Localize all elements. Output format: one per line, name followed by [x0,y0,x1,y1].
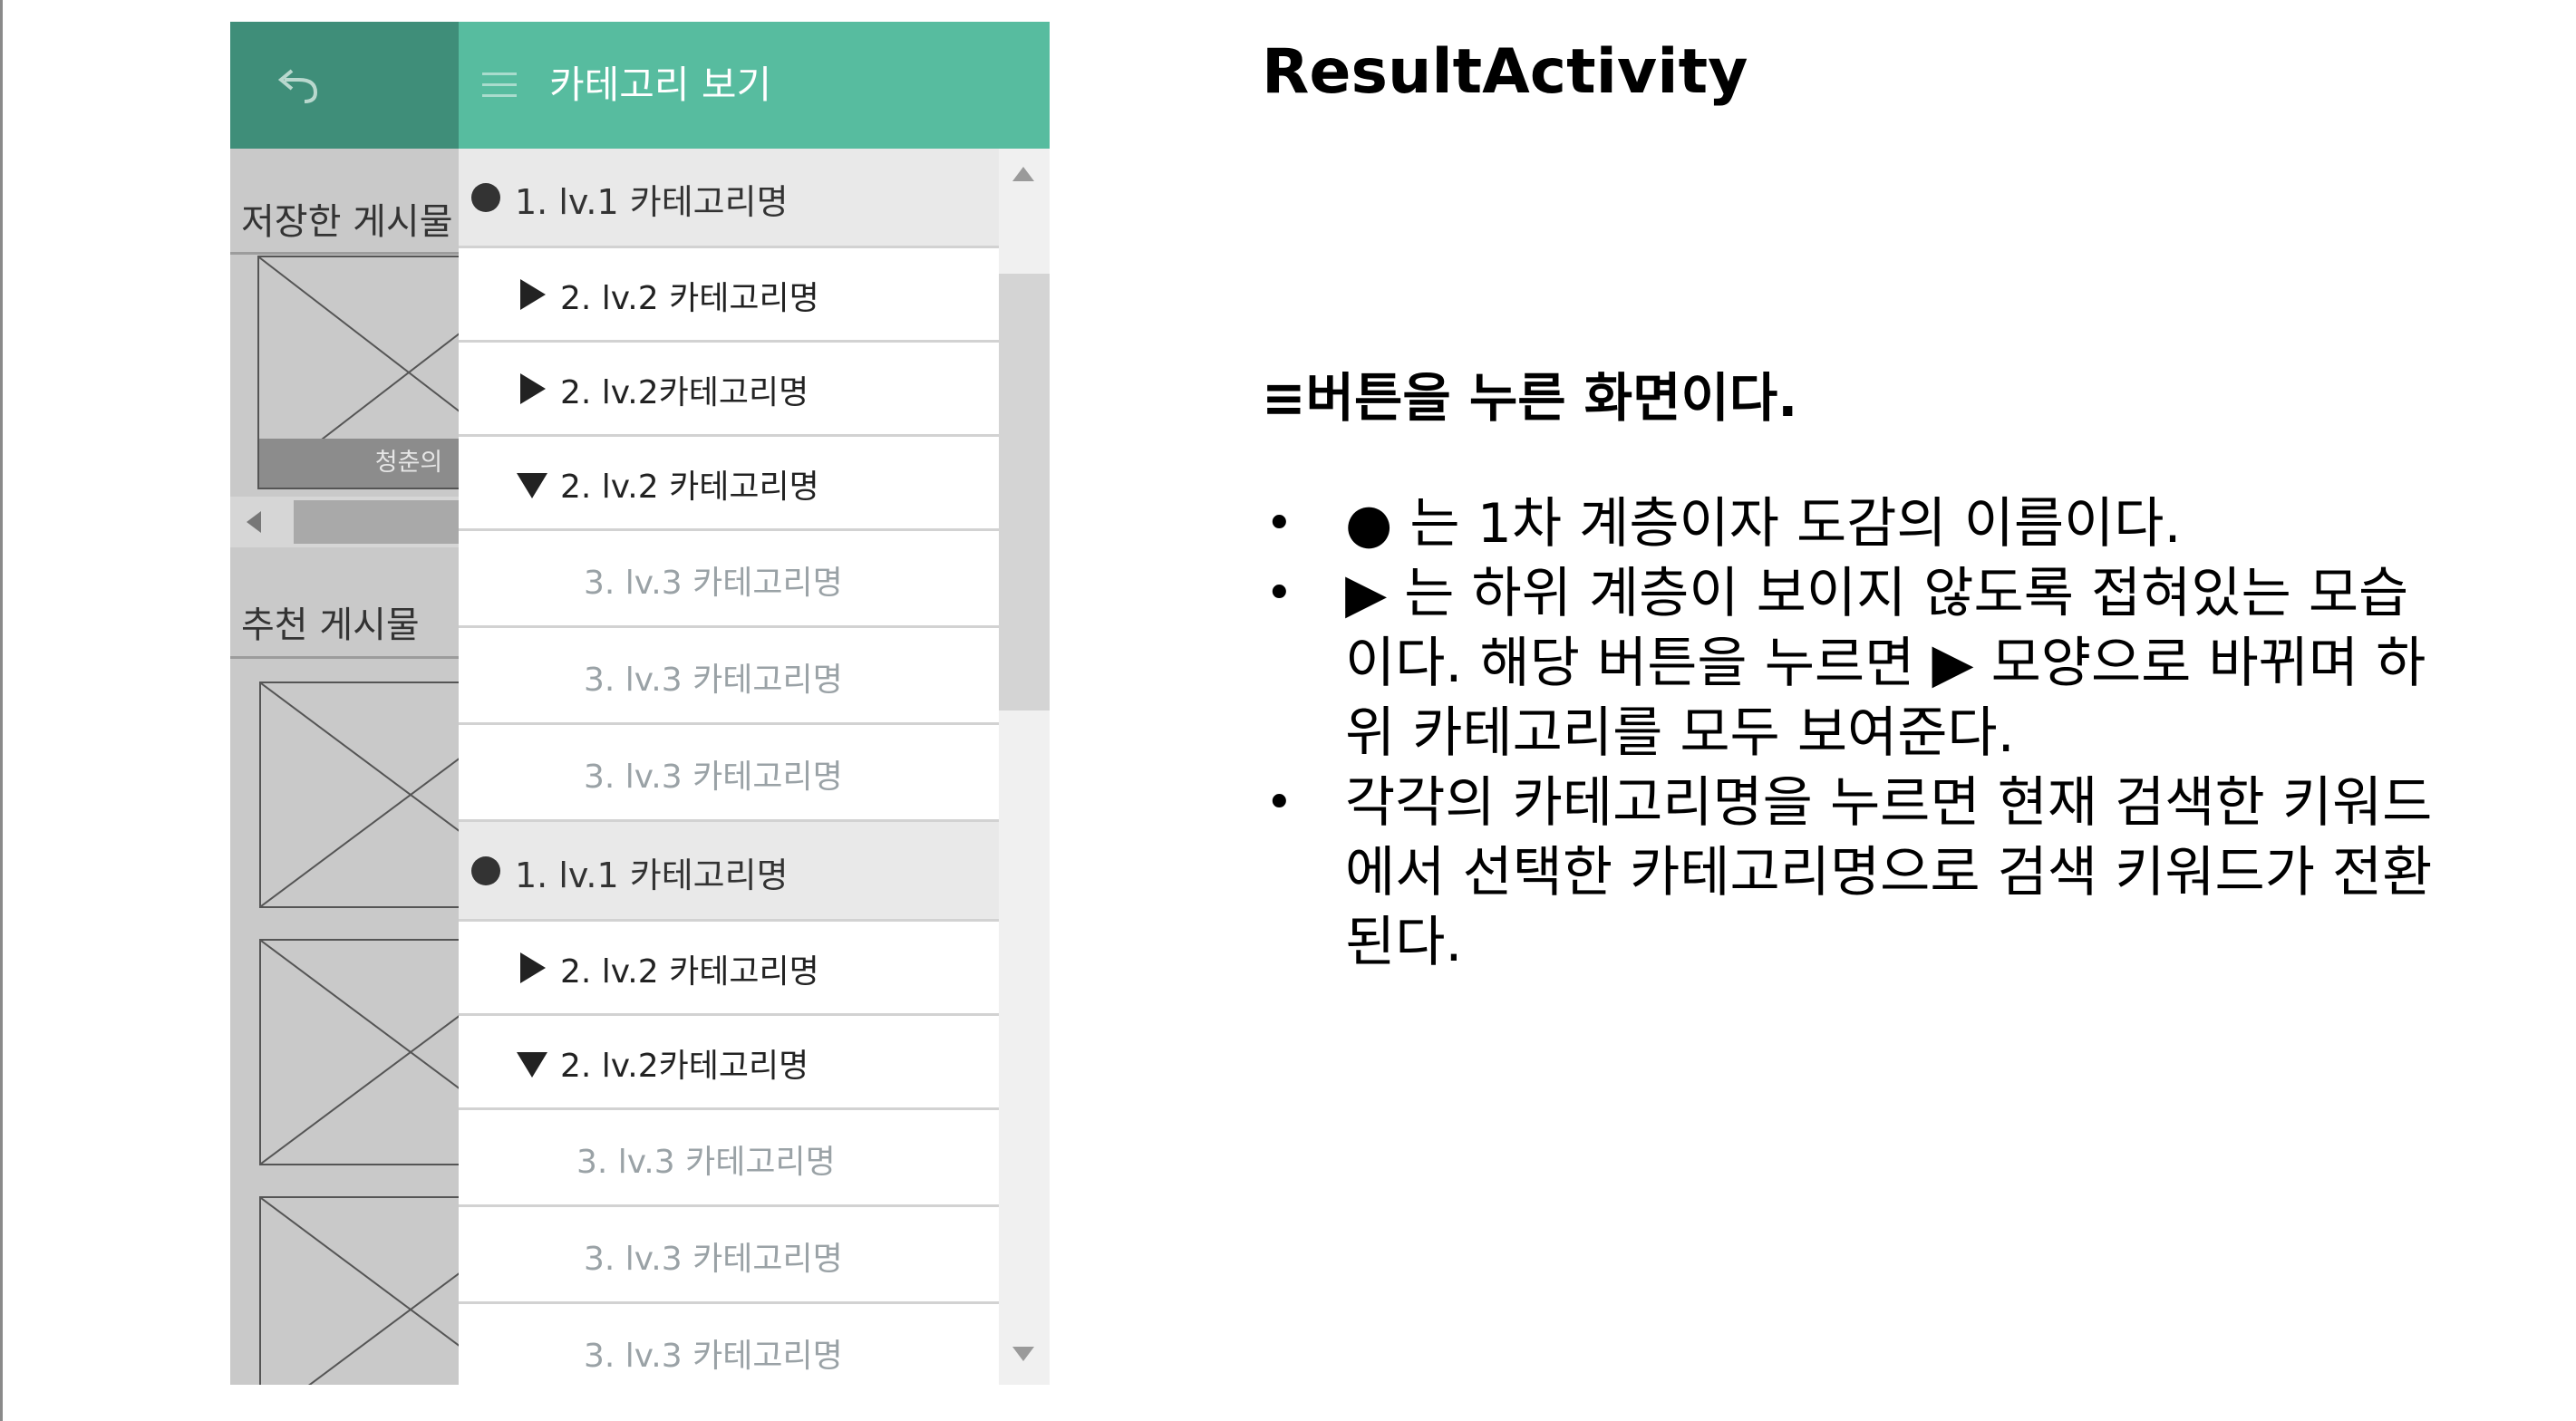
drawer-title: 카테고리 보기 [549,63,772,107]
scrollbar-thumb[interactable] [294,500,466,544]
category-lv3-item[interactable]: 3. lv.3 카테고리명 [459,1110,999,1207]
triangle-down-icon[interactable] [517,1052,547,1078]
saved-posts-label: 저장한 게시물 [241,201,453,243]
category-lv3-item[interactable]: 3. lv.3 카테고리명 [459,725,999,822]
category-lv1-item[interactable]: 1. lv.1 카테고리명 [459,822,999,922]
category-lv1-item[interactable]: 1. lv.1 카테고리명 [459,149,999,248]
category-label: 2. lv.2 카테고리명 [560,280,819,317]
triangle-down-icon[interactable] [517,473,547,498]
triangle-right-icon[interactable] [520,373,546,404]
category-lv3-item[interactable]: 3. lv.3 카테고리명 [459,628,999,725]
category-label: 3. lv.3 카테고리명 [584,565,843,602]
drawer-header: 카테고리 보기 [459,22,1050,149]
scroll-down-arrow-icon[interactable] [1012,1347,1034,1361]
recommended-posts-label: 추천 게시물 [241,604,420,646]
category-lv3-item[interactable]: 3. lv.3 카테고리명 [459,531,999,628]
description-bullet: ● 는 1차 계층이자 도감의 이름이다. [1262,489,2458,559]
description-bullet: ▶ 는 하위 계층이 보이지 않도록 접혀있는 모습이다. 해당 버튼을 누르면… [1262,559,2458,768]
page-left-rule [0,0,3,1421]
category-lv2-item[interactable]: 2. lv.2카테고리명 [459,343,999,437]
category-label: 3. lv.3 카테고리명 [584,1241,843,1278]
scroll-up-arrow-icon[interactable] [1012,167,1034,181]
category-label: 3. lv.3 카테고리명 [584,1338,843,1375]
category-drawer: 카테고리 보기 1. lv.1 카테고리명 2. lv.2 카테고리명 2. l… [459,22,1050,1385]
category-lv2-item[interactable]: 2. lv.2 카테고리명 [459,922,999,1016]
phone-mockup: 저장한 게시물 청춘의 추천 게시물 카테고리 보기 1. lv.1 카테고리명… [230,22,1050,1385]
bullet-icon [471,856,500,885]
category-lv3-item[interactable]: 3. lv.3 카테고리명 [459,1207,999,1304]
slide-subtitle: ≡버튼을 누른 화면이다. [1262,367,1798,429]
category-label: 2. lv.2 카테고리명 [560,469,819,506]
category-lv2-item[interactable]: 2. lv.2 카테고리명 [459,248,999,343]
vertical-scrollbar[interactable] [999,149,1050,1385]
slide-title: ResultActivity [1262,36,1748,108]
category-label: 3. lv.3 카테고리명 [576,1144,836,1181]
description-bullet: 각각의 카테고리명을 누르면 현재 검색한 키워드에서 선택한 카테고리명으로 … [1262,768,2458,978]
category-label: 1. lv.1 카테고리명 [515,856,789,895]
hamburger-menu-icon[interactable] [482,69,517,102]
scroll-left-arrow-icon[interactable] [247,511,261,533]
category-label: 3. lv.3 카테고리명 [584,662,843,699]
category-label: 2. lv.2카테고리명 [560,1048,809,1085]
horizontal-scrollbar[interactable] [230,497,466,547]
category-label: 2. lv.2 카테고리명 [560,953,819,991]
category-lv2-item[interactable]: 2. lv.2카테고리명 [459,1016,999,1110]
category-label: 2. lv.2카테고리명 [560,374,809,411]
category-lv2-item[interactable]: 2. lv.2 카테고리명 [459,437,999,531]
back-arrow-icon[interactable] [272,60,326,114]
triangle-right-icon[interactable] [520,279,546,310]
description-list: ● 는 1차 계층이자 도감의 이름이다. ▶ 는 하위 계층이 보이지 않도록… [1262,489,2458,978]
scrollbar-thumb[interactable] [999,274,1050,710]
category-label: 3. lv.3 카테고리명 [584,759,843,796]
category-label: 1. lv.1 카테고리명 [515,182,789,222]
bullet-icon [471,183,500,212]
category-lv3-item[interactable]: 3. lv.3 카테고리명 [459,1304,999,1385]
triangle-right-icon[interactable] [520,952,546,983]
category-list: 1. lv.1 카테고리명 2. lv.2 카테고리명 2. lv.2카테고리명… [459,149,999,1385]
